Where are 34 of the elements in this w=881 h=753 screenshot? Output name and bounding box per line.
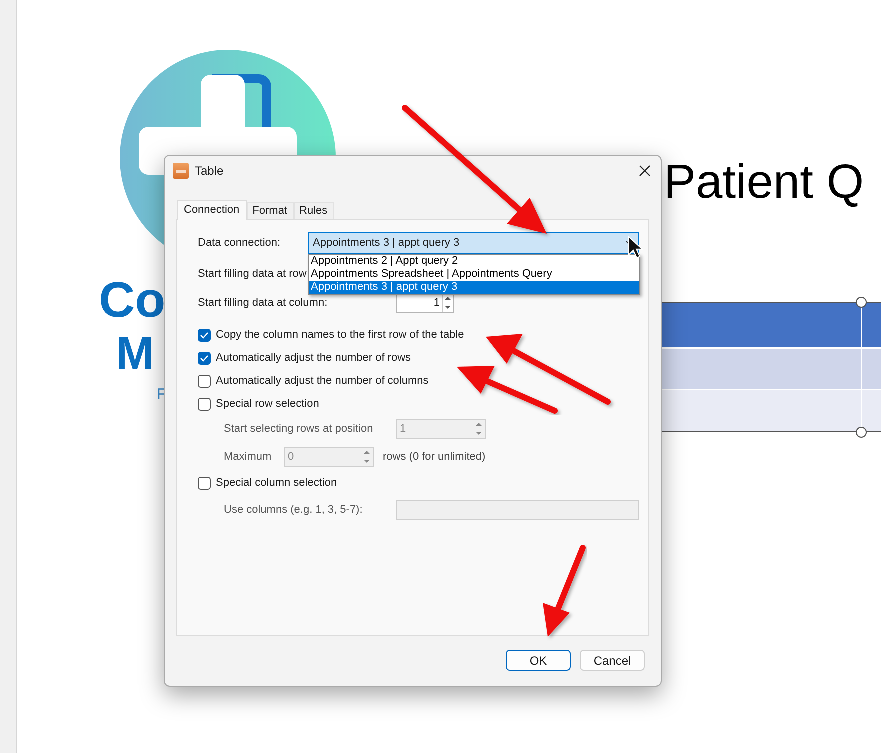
field-label: Data connection: [198, 236, 282, 251]
field-label: Use columns (e.g. 1, 3, 5-7): [224, 502, 364, 518]
dropdown-option[interactable]: Appointments 2 | Appt query 2 [309, 255, 639, 268]
dialog-button[interactable]: Cancel [580, 650, 645, 671]
field-label: Start filling data at row [198, 266, 307, 282]
spin-field[interactable]: 1 [396, 293, 454, 313]
tab[interactable]: Rules [294, 202, 334, 219]
checkbox[interactable] [198, 477, 211, 490]
close-icon[interactable] [639, 165, 651, 177]
field-label: Start selecting rows at position [224, 422, 374, 437]
dialog-button[interactable]: OK [506, 650, 571, 671]
app-icon [173, 163, 189, 179]
tab[interactable]: Format [246, 202, 294, 219]
spin-arrows-icon[interactable] [445, 296, 451, 310]
checkbox-label[interactable]: Copy the column names to the first row of the table [216, 327, 464, 344]
checkbox-label[interactable]: Automatically adjust the number of rows [216, 350, 412, 367]
tab[interactable]: Connection [177, 200, 247, 220]
slide-title: Patient Q [664, 155, 864, 211]
checkbox-label[interactable]: Automatically adjust the number of columns [216, 373, 429, 390]
dropdown-option[interactable]: Appointments Spreadsheet | Appointments Query [309, 268, 639, 281]
checkbox[interactable] [198, 329, 211, 342]
checkbox[interactable] [198, 398, 211, 411]
data-connection-dropdown[interactable]: Appointments 3 | appt query 3 [308, 232, 639, 254]
checkbox-label[interactable]: Special row selection [216, 396, 320, 413]
field-label: Maximum [224, 450, 273, 465]
checkbox-label[interactable]: Special column selection [216, 475, 338, 492]
field-label: rows (0 for unlimited) [383, 450, 486, 465]
dialog-title: Table [195, 163, 224, 180]
dropdown-option[interactable]: Appointments 3 | appt query 3 [309, 281, 639, 294]
checkbox[interactable] [198, 352, 211, 365]
checkbox[interactable] [198, 375, 211, 388]
resize-handle[interactable] [856, 427, 867, 438]
resize-handle[interactable] [856, 297, 867, 308]
field-label: Start filling data at column: [198, 296, 329, 311]
